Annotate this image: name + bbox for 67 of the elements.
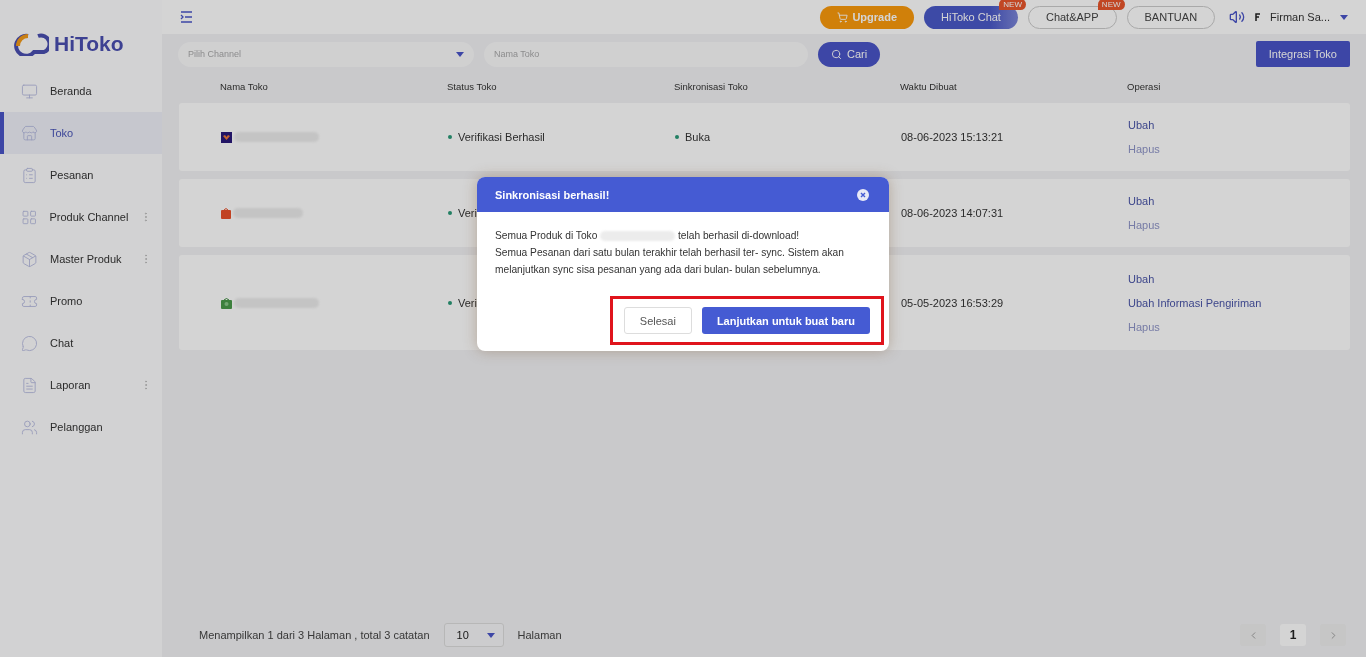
logo-icon bbox=[14, 32, 49, 56]
clipboard-icon bbox=[21, 166, 38, 184]
table-cell-text: 08-06-2023 15:13:21 bbox=[901, 131, 1005, 143]
next-page-button[interactable] bbox=[1320, 624, 1346, 646]
operation-link[interactable]: Ubah Informasi Pengiriman bbox=[1128, 296, 1350, 309]
operation-link[interactable]: Ubah bbox=[1128, 195, 1350, 207]
table-cell: Verifikasi Berhasil bbox=[458, 131, 545, 143]
table-cell-text: 05-05-2023 16:53:29 bbox=[901, 296, 1005, 309]
caret-icon bbox=[456, 51, 464, 57]
users-icon bbox=[21, 418, 38, 436]
dialog-message: Semua Produk di Toko telah berhasil di-download! Semua Pesanan dari satu bulan terakhir telah berhasil ter- sync. Sistem akan melanjutkan sync sisa pesanan yang ada dari bulan- bulan sebelumnya. bbox=[495, 229, 845, 277]
page-size-label: Halaman bbox=[517, 629, 562, 641]
speaker-icon[interactable] bbox=[1229, 9, 1246, 25]
page-button[interactable]: 1 bbox=[1280, 624, 1306, 646]
logo-text: HiToko bbox=[54, 32, 124, 56]
table-cell: Buka bbox=[685, 131, 711, 143]
user-name[interactable]: Firman Sa... bbox=[1270, 11, 1330, 23]
document-icon bbox=[21, 376, 38, 394]
chat-icon bbox=[21, 334, 38, 352]
grid-icon bbox=[21, 208, 38, 226]
operation-link[interactable]: Ubah bbox=[1128, 119, 1350, 131]
store-icon bbox=[21, 124, 38, 142]
sidebar-item[interactable]: Pelanggan bbox=[0, 406, 162, 448]
status-dot bbox=[448, 135, 452, 139]
sidebar-item[interactable]: Pesanan bbox=[0, 154, 162, 196]
search-button[interactable]: Cari bbox=[818, 41, 881, 67]
top-button[interactable]: BANTUAN bbox=[1126, 5, 1216, 29]
monitor-icon bbox=[21, 82, 38, 100]
sidebar-item[interactable]: Beranda bbox=[0, 70, 162, 112]
close-icon[interactable] bbox=[857, 188, 869, 201]
dialog-button[interactable]: Selesai bbox=[623, 307, 692, 334]
caret-icon[interactable] bbox=[1340, 14, 1348, 20]
caret-icon bbox=[486, 632, 495, 638]
previous-page-button[interactable] bbox=[1240, 624, 1266, 646]
table-cell: Veri bbox=[458, 207, 477, 219]
status-dot bbox=[675, 135, 679, 139]
column-header: Status Toko bbox=[447, 81, 498, 92]
dialog-button[interactable]: Lanjutkan untuk buat baru bbox=[701, 307, 870, 334]
shopping-bag-icon bbox=[221, 207, 231, 219]
sidebar-item[interactable]: Promo bbox=[0, 280, 162, 322]
avatar-icon bbox=[1255, 13, 1261, 21]
column-header: Operasi bbox=[1127, 81, 1162, 92]
sidebar-item[interactable]: Laporan bbox=[0, 364, 162, 406]
cart-icon bbox=[837, 11, 849, 23]
pagination-summary: Menampilkan 1 dari 3 Halaman , total 3 catatan bbox=[199, 629, 430, 641]
sidebar-item[interactable]: Produk Channel bbox=[0, 196, 162, 238]
table-cell-text: 08-06-2023 14:07:31 bbox=[901, 207, 1005, 219]
page-size-select[interactable]: 10 bbox=[443, 623, 504, 647]
dialog-title: Sinkronisasi berhasil! bbox=[495, 188, 610, 201]
box-icon bbox=[21, 250, 38, 268]
search-icon bbox=[831, 48, 842, 60]
new-badge: NEW bbox=[999, 0, 1026, 10]
operation-link[interactable]: Ubah bbox=[1128, 272, 1350, 285]
column-header: Nama Toko bbox=[220, 81, 269, 92]
menu-toggle-icon[interactable] bbox=[180, 11, 193, 23]
new-badge: NEW bbox=[1097, 0, 1125, 10]
integrate-button[interactable]: Integrasi Toko bbox=[1255, 41, 1350, 67]
sidebar-item[interactable]: Chat bbox=[0, 322, 162, 364]
sidebar-item[interactable]: Master Produk bbox=[0, 238, 162, 280]
status-dot bbox=[448, 300, 452, 305]
shop-logo-icon bbox=[221, 131, 232, 143]
column-header: Waktu Dibuat bbox=[900, 81, 958, 92]
basket-icon bbox=[221, 296, 232, 309]
table-cell: Veri bbox=[458, 296, 477, 309]
sidebar-item[interactable]: Toko bbox=[0, 112, 162, 154]
column-header: Sinkronisasi Toko bbox=[674, 81, 749, 92]
status-dot bbox=[448, 211, 452, 215]
